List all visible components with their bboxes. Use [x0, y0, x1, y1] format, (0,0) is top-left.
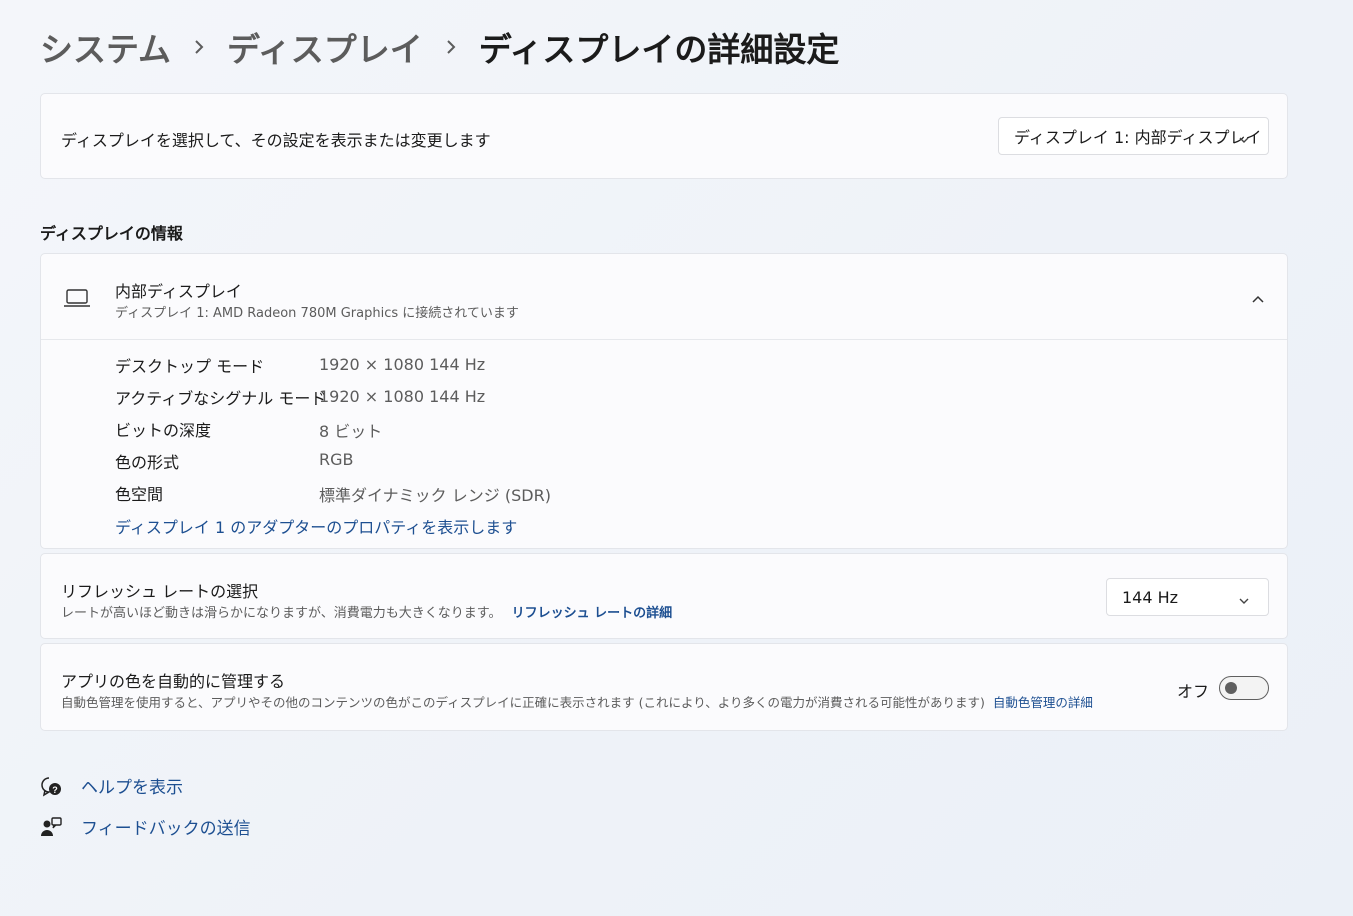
refresh-rate-card: リフレッシュ レートの選択 レートが高いほど動きは滑らかになりますが、消費電力も…: [40, 553, 1288, 639]
auto-color-title: アプリの色を自動的に管理する: [61, 672, 286, 691]
chevron-right-icon: [171, 40, 227, 54]
toggle-knob: [1225, 682, 1237, 694]
auto-color-description: 自動色管理を使用すると、アプリやその他のコンテンツの色がこのディスプレイに正確に…: [61, 695, 985, 710]
auto-color-card: アプリの色を自動的に管理する 自動色管理を使用すると、アプリやその他のコンテンツ…: [40, 643, 1288, 731]
page-title: ディスプレイの詳細設定: [478, 30, 840, 69]
display-select-dropdown[interactable]: ディスプレイ 1: 内部ディスプレイ: [998, 117, 1269, 155]
refresh-rate-description-line: レートが高いほど動きは滑らかになりますが、消費電力も大きくなります。 リフレッシ…: [61, 602, 672, 621]
select-display-card: ディスプレイを選択して、その設定を表示または変更します ディスプレイ 1: 内部…: [40, 93, 1288, 179]
select-display-label: ディスプレイを選択して、その設定を表示または変更します: [61, 131, 491, 150]
spec-key-color-format: 色の形式: [115, 453, 180, 472]
chevron-down-icon: [1238, 130, 1250, 149]
spec-key-color-space: 色空間: [115, 485, 164, 504]
spec-value-desktop-mode: 1920 × 1080 144 Hz: [319, 355, 486, 374]
display-select-value: ディスプレイ 1: 内部ディスプレイ: [1014, 128, 1262, 147]
auto-color-description-line: 自動色管理を使用すると、アプリやその他のコンテンツの色がこのディスプレイに正確に…: [61, 692, 1093, 711]
adapter-properties-link[interactable]: ディスプレイ 1 のアダプターのプロパティを表示します: [115, 514, 517, 538]
refresh-rate-description: レートが高いほど動きは滑らかになりますが、消費電力も大きくなります。: [61, 606, 502, 621]
toggle-state-label: オフ: [1177, 682, 1210, 701]
chevron-right-icon: [423, 40, 479, 54]
breadcrumb-system[interactable]: システム: [40, 23, 171, 71]
feedback-link-row[interactable]: フィードバックの送信: [40, 814, 251, 839]
help-link[interactable]: ヘルプを表示: [81, 773, 183, 798]
spec-key-active-signal-mode: アクティブなシグナル モード: [115, 389, 327, 408]
chevron-down-icon: [1238, 591, 1250, 610]
refresh-rate-details-link[interactable]: リフレッシュ レートの詳細: [512, 606, 673, 621]
svg-text:?: ?: [52, 785, 58, 795]
help-link-row[interactable]: ? ヘルプを表示: [40, 773, 183, 798]
laptop-icon: [63, 287, 91, 313]
chevron-up-icon[interactable]: [1251, 289, 1265, 308]
refresh-rate-dropdown[interactable]: 144 Hz: [1106, 578, 1269, 616]
display-info-header[interactable]: 内部ディスプレイ ディスプレイ 1: AMD Radeon 780M Graph…: [41, 254, 1287, 340]
spec-value-active-signal-mode: 1920 × 1080 144 Hz: [319, 387, 486, 406]
display-name: 内部ディスプレイ: [115, 282, 242, 301]
spec-value-bit-depth: 8 ビット: [319, 422, 383, 441]
breadcrumb: システム ディスプレイ ディスプレイの詳細設定: [40, 22, 839, 72]
help-chat-icon: ?: [40, 775, 62, 797]
section-title-display-info: ディスプレイの情報: [40, 224, 183, 243]
spec-value-color-space: 標準ダイナミック レンジ (SDR): [319, 486, 551, 505]
breadcrumb-display[interactable]: ディスプレイ: [227, 23, 423, 71]
spec-key-desktop-mode: デスクトップ モード: [115, 357, 265, 376]
spec-value-color-format: RGB: [319, 450, 354, 469]
refresh-rate-value: 144 Hz: [1122, 587, 1179, 607]
display-subtitle: ディスプレイ 1: AMD Radeon 780M Graphics に接続され…: [115, 306, 519, 321]
refresh-rate-title: リフレッシュ レートの選択: [61, 582, 259, 601]
feedback-link[interactable]: フィードバックの送信: [81, 814, 251, 839]
spec-key-bit-depth: ビットの深度: [115, 421, 212, 440]
auto-color-toggle[interactable]: [1219, 676, 1269, 700]
display-info-card: 内部ディスプレイ ディスプレイ 1: AMD Radeon 780M Graph…: [40, 253, 1288, 549]
feedback-icon: [40, 816, 62, 838]
auto-color-details-link[interactable]: 自動色管理の詳細: [993, 695, 1093, 710]
